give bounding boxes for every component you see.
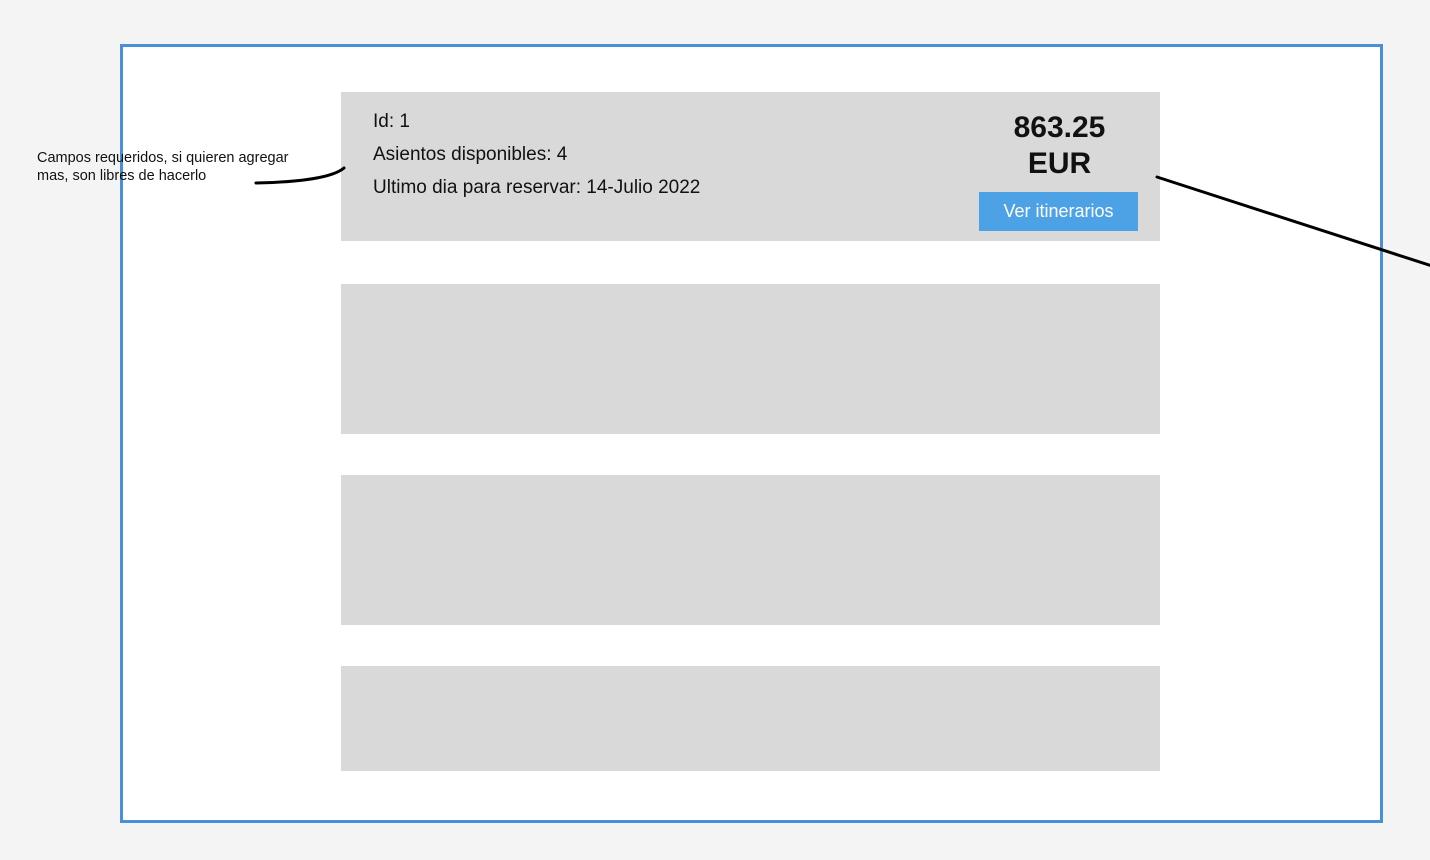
price-currency: EUR xyxy=(1027,147,1092,180)
placeholder-card xyxy=(341,475,1160,625)
price: 863.25 EUR xyxy=(980,110,1139,182)
booking-deadline: Ultimo dia para reservar: 14-Julio 2022 xyxy=(373,177,701,198)
view-itineraries-button[interactable]: Ver itinerarios xyxy=(979,192,1138,231)
flight-id: Id: 1 xyxy=(373,111,410,132)
flight-card: Id: 1 Asientos disponibles: 4 Ultimo dia… xyxy=(341,92,1160,241)
annotation-line: Campos requeridos, si quieren agregar xyxy=(37,150,289,166)
placeholder-card xyxy=(341,666,1160,771)
annotation-line: mas, son libres de hacerlo xyxy=(37,168,207,184)
price-amount: 863.25 xyxy=(1013,111,1106,144)
placeholder-card xyxy=(341,284,1160,434)
annotation-note: Campos requeridos, si quieren agregar ma… xyxy=(37,149,337,185)
available-seats: Asientos disponibles: 4 xyxy=(373,144,568,165)
